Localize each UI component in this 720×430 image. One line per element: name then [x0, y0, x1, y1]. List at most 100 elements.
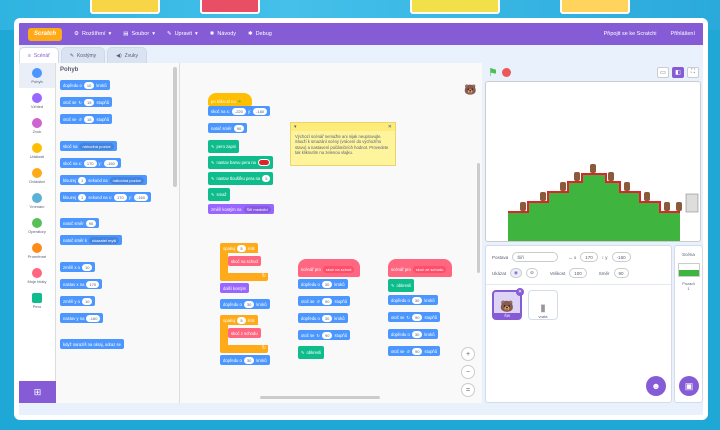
sprite-x-input[interactable]: 170 [580, 252, 598, 262]
zoom-in-button[interactable]: + [461, 347, 475, 361]
block-pen-down[interactable]: ✎ pero zapni [208, 140, 240, 153]
category-events[interactable]: Události [19, 138, 55, 163]
block-stamp[interactable]: ✎ obkresli [298, 346, 324, 359]
block-input[interactable]: 30 [321, 280, 333, 288]
block-call-step-up[interactable]: skoč na schod [228, 256, 261, 266]
block-point-direction[interactable]: natoč směr 90 [60, 218, 100, 228]
block-input[interactable]: 30 [243, 356, 255, 364]
block-set-pen-size[interactable]: ✎ nastav tloušťku pera na 5 [208, 172, 274, 185]
sprite-direction-input[interactable]: 90 [613, 268, 629, 278]
sprite-thumb-bear[interactable]: 🐻 Šiři ✕ [492, 288, 524, 320]
chevron-down-icon[interactable]: ▾ [294, 124, 297, 130]
block-input[interactable]: 5 [237, 316, 246, 324]
sprite-thumb-gate[interactable]: ▮ vrata [528, 290, 558, 320]
block-set-x[interactable]: nastav x na 170 [60, 279, 103, 289]
join-link[interactable]: Připojit se ke Scratchi [604, 31, 657, 37]
block-bounce[interactable]: když narazíš na okraj, odraz se [60, 339, 124, 349]
sprite-size-input[interactable]: 100 [569, 268, 587, 278]
block-move[interactable]: dopředu o 30 kroků [220, 299, 270, 309]
block-input[interactable]: -160 [103, 159, 118, 167]
zoom-reset-button[interactable]: = [461, 383, 475, 397]
block-input[interactable]: 90 [322, 331, 333, 339]
block-goto-xy[interactable]: skoč na x: -220 y: -160 [208, 106, 271, 116]
category-looks[interactable]: Vzhled [19, 88, 55, 113]
block-turn-left[interactable]: otoč se ↺ 90 stupňů [388, 346, 441, 356]
block-set-y[interactable]: nastav y na -160 [60, 313, 104, 323]
category-sensing[interactable]: Vnímání [19, 188, 55, 213]
block-repeat[interactable]: opakuj 5 krát [220, 243, 258, 253]
block-call-step-down[interactable]: skoč z schodu [228, 328, 261, 338]
block-input[interactable]: 170 [114, 193, 127, 201]
block-input[interactable]: -220 [231, 107, 246, 115]
stage-canvas[interactable] [485, 81, 701, 242]
category-operators[interactable]: Operátory [19, 213, 55, 238]
category-variables[interactable]: Proměnné [19, 238, 55, 263]
block-next-costume[interactable]: další kostým [220, 283, 250, 293]
block-set-pen-color[interactable]: ✎ nastav barvu pera na [208, 156, 273, 169]
signin-link[interactable]: Přihlášení [671, 31, 695, 37]
block-goto[interactable]: skoč na náhodná pozice [60, 141, 117, 151]
menu-debug[interactable]: ✱ Debug [248, 31, 272, 37]
category-sound[interactable]: Zvuk [19, 113, 55, 138]
block-input[interactable]: 30 [243, 300, 255, 308]
tab-sounds[interactable]: ◀) Zvuky [107, 47, 147, 63]
block-input[interactable]: 30 [411, 296, 423, 304]
block-move[interactable]: dopředu o 10 kroků [60, 80, 110, 90]
menu-tutorials[interactable]: ✺ Návody [210, 31, 236, 37]
block-change-x[interactable]: změň x o 10 [60, 262, 96, 272]
show-hidden-button[interactable]: ⊘ [525, 268, 538, 278]
add-backdrop-button[interactable]: ▣ [679, 376, 699, 396]
block-goto-xy[interactable]: skoč na x: 170 y: -160 [60, 158, 121, 168]
block-change-y[interactable]: změň y o 10 [60, 296, 96, 306]
block-move[interactable]: dopředu o 30 kroků [220, 355, 270, 365]
stage-select-panel[interactable]: Scéna Pozadí 1 ▣ [674, 245, 703, 403]
block-input[interactable]: -160 [133, 193, 148, 201]
block-input[interactable]: 10 [82, 297, 93, 305]
block-input[interactable]: 15 [84, 115, 95, 123]
block-input[interactable]: 1 [78, 176, 87, 184]
block-turn-right[interactable]: otoč se ↻ 15 stupňů [60, 97, 113, 107]
menu-edit[interactable]: ✎ Upravit ▾ [167, 31, 198, 37]
sprite-name-input[interactable]: Šiři [512, 252, 559, 262]
tab-costumes[interactable]: ✎ Kostýmy [60, 47, 106, 63]
menu-file[interactable]: ▤ Soubor ▾ [123, 31, 155, 37]
block-move[interactable]: dopředu o 30 kroků [298, 279, 348, 289]
block-input[interactable]: 90 [412, 313, 423, 321]
palette-scrollbar[interactable] [173, 67, 177, 187]
show-visible-button[interactable]: ◉ [510, 268, 522, 278]
small-stage-button[interactable]: ▭ [657, 66, 669, 78]
normal-stage-button[interactable]: ◧ [672, 66, 684, 78]
color-swatch[interactable] [257, 159, 270, 166]
block-input[interactable]: 170 [83, 159, 97, 167]
block-dropdown[interactable]: náhodná pozice [109, 176, 144, 184]
category-my-blocks[interactable]: Moje bloky [19, 263, 55, 288]
block-input[interactable]: 5 [262, 175, 271, 182]
block-input[interactable]: 90 [322, 297, 333, 305]
add-extension-button[interactable]: ⊞ [19, 381, 56, 403]
fullscreen-button[interactable]: ⛶ [687, 66, 699, 78]
block-move[interactable]: dopředu o 30 kroků [388, 295, 438, 305]
block-input[interactable]: 10 [83, 81, 95, 89]
block-repeat[interactable]: opakuj 5 krát [220, 315, 258, 325]
menu-settings[interactable]: ⚙ Rozšíření ▾ [74, 31, 111, 37]
comment-note[interactable]: ▾ ✕ Výchozí scénář nemažte ani nijak neup… [290, 122, 396, 166]
block-point-direction[interactable]: natoč směr 90 [208, 123, 248, 133]
block-glide-xy[interactable]: klouzej 1 sekund na x: 170 y: -160 [60, 192, 151, 202]
block-when-flag-clicked[interactable]: po kliknutí na ⚑ [208, 93, 252, 106]
block-turn-right[interactable]: otoč se ↻ 90 stupňů [298, 330, 351, 340]
backdrop-thumb[interactable] [677, 263, 700, 277]
block-define-step-down[interactable]: scénář pro skoč ze schodu [388, 259, 452, 277]
block-point-towards[interactable]: natoč směr k ukazatel myši [60, 235, 123, 245]
block-input[interactable]: 10 [82, 263, 93, 271]
block-move[interactable]: dopředu o 30 kroků [388, 329, 438, 339]
block-input[interactable]: 30 [321, 314, 333, 322]
block-dropdown[interactable]: Šiři medvěd [243, 205, 271, 213]
block-input[interactable]: -160 [86, 314, 101, 322]
block-input[interactable]: 1 [78, 193, 87, 201]
block-input[interactable]: 90 [412, 347, 423, 355]
block-input[interactable]: -160 [253, 107, 268, 115]
block-glide[interactable]: klouzej 1 sekund na náhodná pozice [60, 175, 147, 185]
trash-icon[interactable]: ✕ [516, 288, 524, 296]
category-motion[interactable]: Pohyb [19, 63, 55, 88]
block-input[interactable]: 170 [86, 280, 100, 288]
